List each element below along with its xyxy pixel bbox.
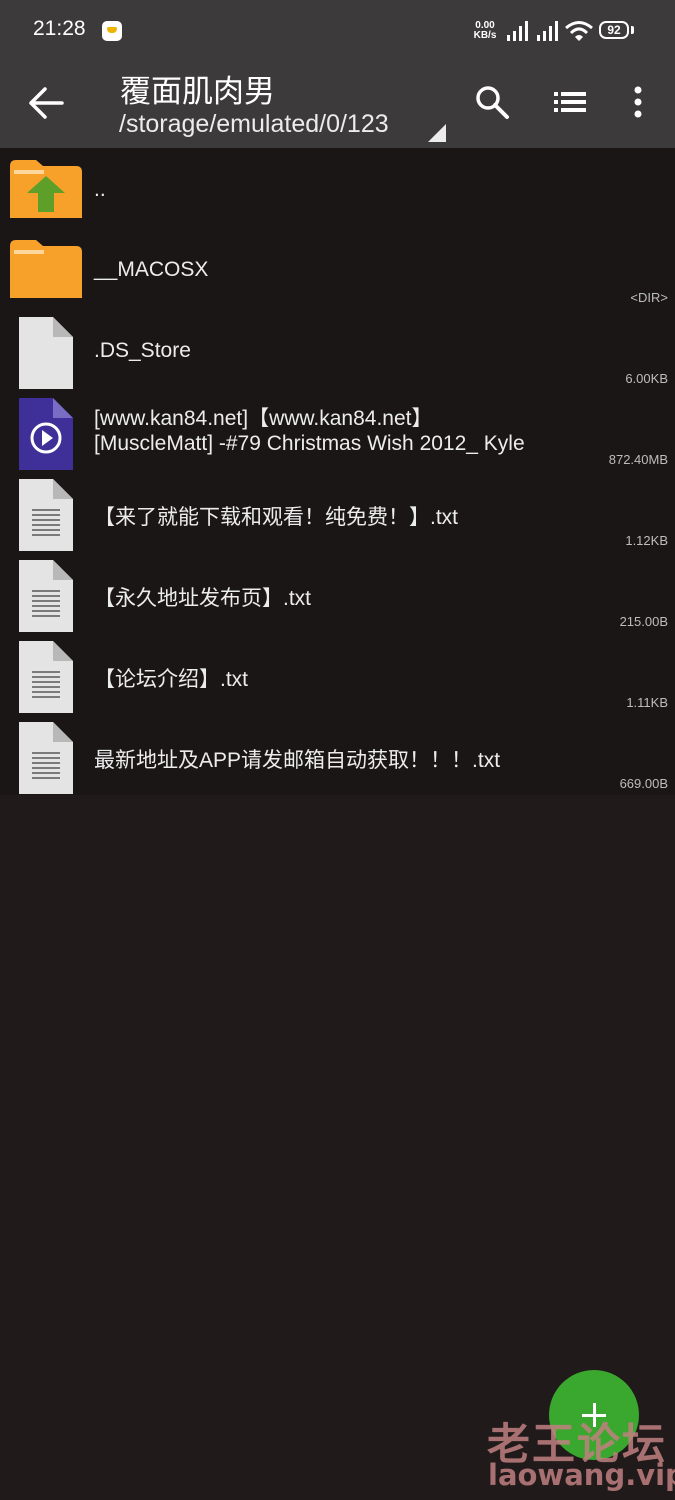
file-size: 872.40MB xyxy=(608,452,668,467)
file-size: 215.00B xyxy=(619,614,668,629)
file-name: [www.kan84.net]【www.kan84.net】 xyxy=(94,407,433,430)
text-file-icon xyxy=(19,641,73,713)
notification-app-icon xyxy=(102,21,122,41)
more-options-icon[interactable] xyxy=(626,84,650,120)
watermark-url: laowang.vip xyxy=(488,1458,675,1492)
list-item[interactable]: [www.kan84.net]【www.kan84.net】 [MuscleMa… xyxy=(0,390,675,470)
network-speed-unit: KB/s xyxy=(473,30,497,41)
file-size: 6.00KB xyxy=(625,371,668,386)
file-name: 【永久地址发布页】.txt xyxy=(94,587,312,610)
status-time: 21:28 xyxy=(33,17,86,40)
file-list: .. __MACOSX <DIR> .DS_Store 6.00KB [www.… xyxy=(0,148,675,795)
top-bar: 21:28 0.00 KB/s 92 覆面肌肉男 /storage/emulat… xyxy=(0,0,675,148)
file-name-line2: [MuscleMatt] -#79 Christmas Wish 2012_ K… xyxy=(94,432,525,455)
file-size: 1.12KB xyxy=(625,533,668,548)
back-arrow-icon[interactable] xyxy=(26,84,66,122)
file-size: 1.11KB xyxy=(626,695,668,710)
path-dropdown[interactable]: /storage/emulated/0/123 xyxy=(119,110,389,139)
video-file-icon xyxy=(19,398,73,470)
wifi-icon xyxy=(565,21,593,41)
list-view-icon[interactable] xyxy=(552,86,588,118)
list-item[interactable]: 【永久地址发布页】.txt 215.00B xyxy=(0,552,675,632)
list-item[interactable]: 【论坛介绍】.txt 1.11KB xyxy=(0,633,675,713)
battery-icon: 92 xyxy=(599,21,629,39)
list-item[interactable]: 最新地址及APP请发邮箱自动获取！！！.txt 669.00B xyxy=(0,714,675,794)
page-title: 覆面肌肉男 xyxy=(120,74,275,110)
file-name: __MACOSX xyxy=(94,258,209,281)
folder-up-icon xyxy=(10,160,82,218)
text-file-icon xyxy=(19,560,73,632)
status-bar: 21:28 0.00 KB/s 92 xyxy=(0,0,675,62)
dropdown-triangle-icon[interactable] xyxy=(428,124,446,142)
list-item[interactable]: .DS_Store 6.00KB xyxy=(0,309,675,389)
file-name: 【论坛介绍】.txt xyxy=(94,668,249,691)
file-size: <DIR> xyxy=(630,290,668,305)
network-speed: 0.00 KB/s xyxy=(468,21,502,41)
list-item[interactable]: 【来了就能下载和观看！纯免费！】.txt 1.12KB xyxy=(0,471,675,551)
file-name: 【来了就能下载和观看！纯免费！】.txt xyxy=(94,506,459,529)
battery-level: 92 xyxy=(607,23,621,37)
search-icon[interactable] xyxy=(474,84,510,120)
signal-icon xyxy=(507,21,528,41)
file-name: 最新地址及APP请发邮箱自动获取！！！.txt xyxy=(94,749,501,772)
text-file-icon xyxy=(19,722,73,794)
file-size: 669.00B xyxy=(619,776,668,791)
signal-icon xyxy=(537,21,558,41)
text-file-icon xyxy=(19,479,73,551)
folder-icon xyxy=(10,240,82,298)
file-name: .. xyxy=(94,178,106,201)
file-name: .DS_Store xyxy=(94,339,191,362)
file-icon xyxy=(19,317,73,389)
list-item[interactable]: .. xyxy=(0,148,675,228)
list-item[interactable]: __MACOSX <DIR> xyxy=(0,228,675,308)
battery-tip xyxy=(631,26,634,34)
